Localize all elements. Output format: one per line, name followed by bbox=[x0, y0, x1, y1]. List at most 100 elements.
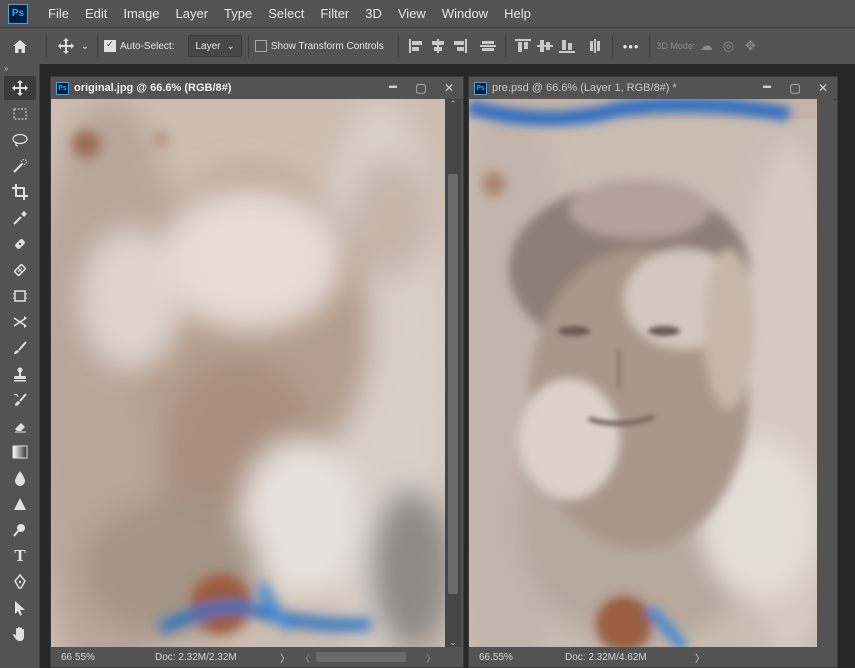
separator bbox=[97, 35, 98, 57]
menu-view[interactable]: View bbox=[390, 0, 434, 27]
3d-rotate-icon[interactable]: ☁ bbox=[695, 38, 717, 54]
home-icon[interactable] bbox=[0, 39, 40, 54]
gradient-icon[interactable] bbox=[4, 440, 36, 464]
auto-select-checkbox[interactable] bbox=[104, 39, 116, 52]
auto-select-label: Auto-Select: bbox=[120, 40, 175, 52]
eyedropper-icon[interactable] bbox=[4, 206, 36, 230]
options-bar: ⌄ Auto-Select: Layer ⌄ Show Transform Co… bbox=[0, 27, 855, 64]
close-icon[interactable]: ✕ bbox=[809, 81, 837, 95]
blur-icon[interactable] bbox=[4, 466, 36, 490]
menu-window[interactable]: Window bbox=[434, 0, 496, 27]
zoom-level[interactable]: 66.55% bbox=[469, 652, 527, 663]
auto-select-target-dropdown[interactable]: Layer ⌄ bbox=[188, 35, 242, 57]
sharpen-icon[interactable] bbox=[4, 492, 36, 516]
vertical-scrollbar[interactable] bbox=[817, 99, 833, 648]
document-tab[interactable]: Ps original.jpg @ 66.6% (RGB/8#) ▬ ▢ ✕ bbox=[51, 77, 463, 100]
menu-select[interactable]: Select bbox=[260, 0, 312, 27]
align-right-edges-icon[interactable] bbox=[451, 38, 469, 54]
align-top-edges-icon[interactable] bbox=[514, 38, 532, 54]
hand-icon[interactable] bbox=[4, 622, 36, 646]
close-icon[interactable]: ✕ bbox=[435, 81, 463, 95]
history-brush-icon[interactable] bbox=[4, 388, 36, 412]
document-canvas[interactable] bbox=[469, 99, 817, 648]
horizontal-scroll-thumb[interactable] bbox=[316, 652, 406, 662]
auto-select-target-value: Layer bbox=[195, 40, 221, 52]
document-size-info: Doc: 2.32M/4.62M bbox=[565, 651, 647, 663]
separator bbox=[46, 35, 47, 57]
separator bbox=[611, 35, 613, 57]
align-left-edges-icon[interactable] bbox=[407, 38, 425, 54]
more-options-icon[interactable]: ••• bbox=[623, 39, 640, 54]
separator bbox=[397, 35, 399, 57]
align-horizontal-centers-icon[interactable] bbox=[429, 38, 447, 54]
3d-mode-label: 3D Mode: bbox=[656, 41, 696, 51]
brush-icon[interactable] bbox=[4, 336, 36, 360]
minimize-icon[interactable]: ▬ bbox=[379, 81, 407, 95]
photoshop-logo-icon[interactable]: Ps bbox=[8, 3, 28, 24]
scroll-right-icon[interactable]: 〉 bbox=[426, 650, 436, 665]
menu-help[interactable]: Help bbox=[496, 0, 539, 27]
chevron-down-icon: ⌄ bbox=[226, 40, 235, 52]
tools-panel: » T bbox=[0, 64, 40, 668]
show-transform-label: Show Transform Controls bbox=[270, 40, 384, 52]
zoom-level[interactable]: 66.55% bbox=[51, 652, 109, 663]
menu-filter[interactable]: Filter bbox=[312, 0, 357, 27]
move-tool-icon[interactable] bbox=[4, 76, 36, 100]
status-bar: 66.55% Doc: 2.32M/2.32M 〉 〈 〉 bbox=[51, 647, 463, 667]
document-title: pre.psd @ 66.6% (Layer 1, RGB/8#) * bbox=[492, 82, 677, 94]
menu-layer[interactable]: Layer bbox=[168, 0, 217, 27]
document-window-pre[interactable]: Ps pre.psd @ 66.6% (Layer 1, RGB/8#) * ▬… bbox=[468, 76, 838, 668]
align-bottom-edges-icon[interactable] bbox=[558, 38, 576, 54]
collapse-panel-icon[interactable]: » bbox=[0, 64, 39, 74]
chevron-down-icon[interactable]: ⌄ bbox=[79, 41, 91, 52]
photoshop-file-icon: Ps bbox=[474, 81, 487, 95]
document-window-original[interactable]: Ps original.jpg @ 66.6% (RGB/8#) ▬ ▢ ✕ ⌃… bbox=[50, 76, 464, 668]
menu-image[interactable]: Image bbox=[115, 0, 167, 27]
spot-healing-brush-icon[interactable] bbox=[4, 232, 36, 256]
status-menu-arrow-icon[interactable]: 〉 bbox=[695, 650, 715, 665]
type-icon[interactable]: T bbox=[4, 544, 36, 568]
scroll-up-icon[interactable]: ⌃ bbox=[445, 99, 461, 109]
separator bbox=[649, 35, 651, 57]
vertical-scroll-thumb[interactable] bbox=[448, 174, 458, 594]
menu-type[interactable]: Type bbox=[216, 0, 260, 27]
maximize-icon[interactable]: ▢ bbox=[407, 81, 435, 95]
minimize-icon[interactable]: ▬ bbox=[753, 81, 781, 95]
photo-original bbox=[51, 99, 445, 648]
3d-pan-icon[interactable]: ✥ bbox=[739, 38, 761, 54]
vertical-scrollbar[interactable]: ⌃ ⌄ bbox=[445, 99, 461, 648]
show-transform-checkbox[interactable] bbox=[254, 40, 267, 52]
document-title: original.jpg @ 66.6% (RGB/8#) bbox=[74, 82, 232, 94]
clone-stamp-icon[interactable] bbox=[4, 362, 36, 386]
content-aware-move-icon[interactable] bbox=[4, 310, 36, 334]
lasso-icon[interactable] bbox=[4, 128, 36, 152]
move-tool-preset-icon[interactable] bbox=[53, 38, 79, 54]
align-vertical-centers-icon[interactable] bbox=[536, 38, 554, 54]
dodge-icon[interactable] bbox=[4, 518, 36, 542]
eraser-icon[interactable] bbox=[4, 414, 36, 438]
path-selection-icon[interactable] bbox=[4, 596, 36, 620]
menu-bar: Ps File Edit Image Layer Type Select Fil… bbox=[0, 0, 855, 27]
photoshop-file-icon: Ps bbox=[56, 81, 69, 95]
3d-roll-icon[interactable]: ◎ bbox=[717, 38, 739, 54]
menu-edit[interactable]: Edit bbox=[77, 0, 115, 27]
pen-icon[interactable] bbox=[4, 570, 36, 594]
document-canvas[interactable] bbox=[51, 99, 445, 648]
document-tab[interactable]: Ps pre.psd @ 66.6% (Layer 1, RGB/8#) * ▬… bbox=[469, 77, 837, 100]
separator bbox=[247, 35, 249, 57]
menu-file[interactable]: File bbox=[40, 0, 77, 27]
status-menu-arrow-icon[interactable]: 〉 bbox=[280, 650, 300, 665]
document-size-info: Doc: 2.32M/2.32M bbox=[155, 651, 237, 663]
distribute-vertical-icon[interactable] bbox=[479, 38, 497, 54]
menu-3d[interactable]: 3D bbox=[357, 0, 390, 27]
distribute-horizontal-icon[interactable] bbox=[586, 38, 604, 54]
quick-selection-icon[interactable] bbox=[4, 154, 36, 178]
maximize-icon[interactable]: ▢ bbox=[781, 81, 809, 95]
patch-icon[interactable] bbox=[4, 258, 36, 282]
status-bar: 66.55% Doc: 2.32M/4.62M 〉 bbox=[469, 647, 837, 667]
rectangular-marquee-icon[interactable] bbox=[4, 102, 36, 126]
crop-icon[interactable] bbox=[4, 180, 36, 204]
frame-icon[interactable] bbox=[4, 284, 36, 308]
scroll-left-icon[interactable]: 〈 bbox=[300, 650, 316, 665]
separator bbox=[504, 35, 506, 57]
